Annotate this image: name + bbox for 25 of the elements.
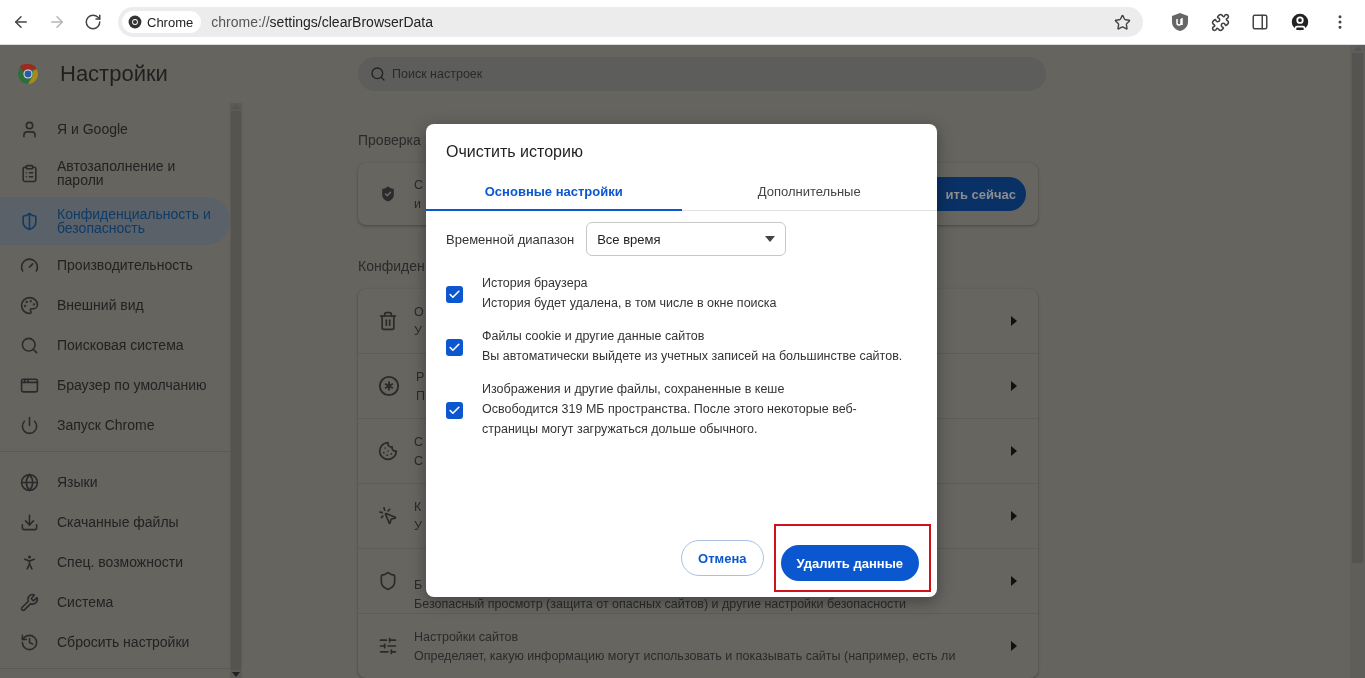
row-subtitle: У <box>414 323 422 338</box>
dialog-title: Очистить историю <box>445 142 584 161</box>
card-title: С <box>414 177 424 192</box>
field-label: Временной диапазон <box>446 231 575 247</box>
row-subtitle: П <box>416 388 425 403</box>
option-description: История будет удалена, в том числе в окне поиска <box>482 295 777 312</box>
row-subtitle: Определяет, какую информацию могут использовать и показывать сайты (например, есть ли <box>414 648 956 663</box>
row-title: Настройки сайтов <box>414 629 519 644</box>
row-title: О <box>414 304 424 319</box>
section-heading: Конфиден <box>358 257 425 276</box>
option-title: История браузера <box>482 276 588 290</box>
row-subtitle: У <box>414 518 422 533</box>
option-title: Файлы cookie и другие данные сайтов <box>482 329 705 343</box>
option-title: Изображения и другие файлы, сохраненные в кеше <box>482 382 785 396</box>
option-description: Вы автоматически выйдете из учетных записей на большинстве сайтов. <box>482 348 903 365</box>
row-title: Р <box>416 369 425 384</box>
row-title: С <box>414 434 424 449</box>
option-description: Освободится 319 МБ пространства. После этого некоторые веб-страницы могут загружаться дольше обычного. <box>482 401 858 438</box>
card-subtitle: и <box>414 196 421 211</box>
page-title: Настройки <box>60 61 168 87</box>
row-title: Б <box>414 577 423 592</box>
row-title: К <box>414 499 422 514</box>
url-text: chrome://settings/clearBrowserData <box>211 14 434 30</box>
row-subtitle: С <box>414 453 424 468</box>
section-heading: Проверка <box>358 131 421 150</box>
